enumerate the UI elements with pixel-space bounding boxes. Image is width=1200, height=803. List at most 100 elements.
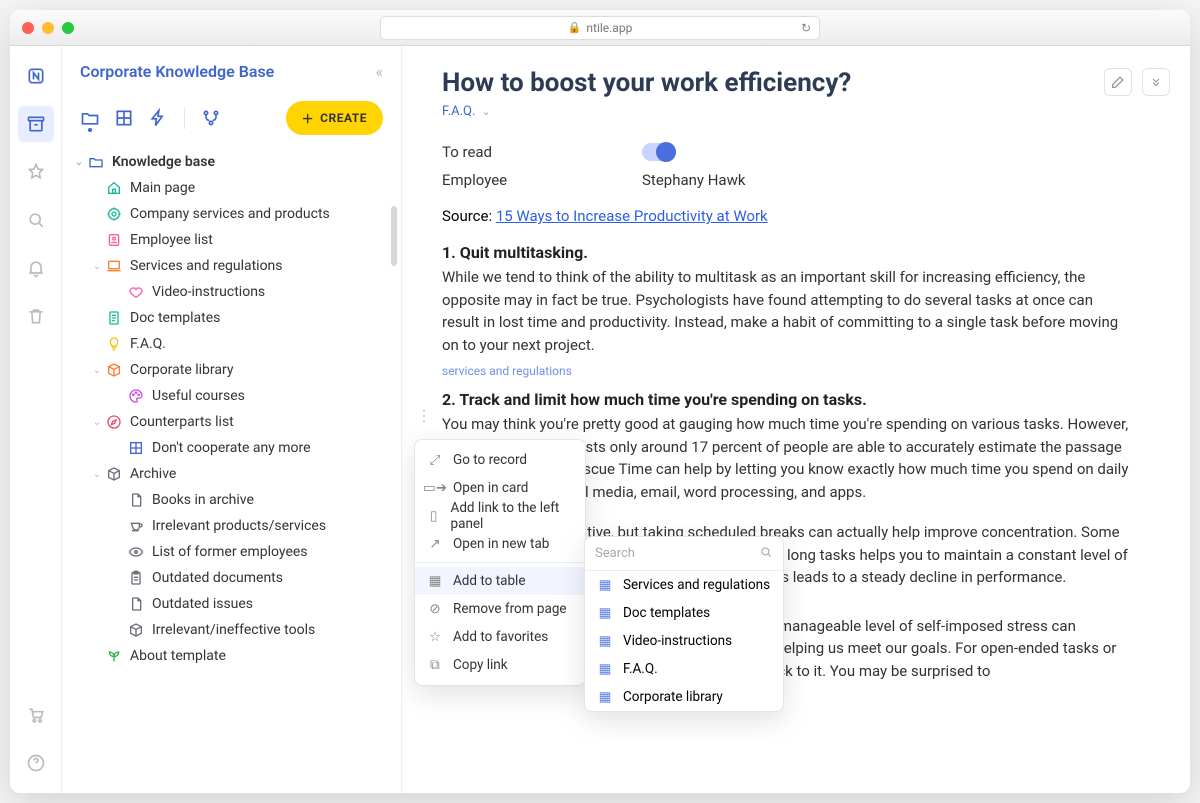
target-icon <box>104 206 124 222</box>
ctx-remove-from-page[interactable]: ⊘Remove from page <box>415 595 585 623</box>
submenu-item[interactable]: ▦Doc templates <box>585 599 783 627</box>
sidebar: Corporate Knowledge Base « ＋CREATE ⌄Know… <box>62 46 402 793</box>
tree-item[interactable]: Useful courses <box>62 383 401 409</box>
laptop-icon <box>104 258 124 274</box>
minimize-window-icon[interactable] <box>42 22 54 34</box>
source-link[interactable]: 15 Ways to Increase Productivity at Work <box>496 207 768 225</box>
maximize-window-icon[interactable] <box>62 22 74 34</box>
rail-help-icon[interactable] <box>18 745 54 781</box>
ctx-open-in-card[interactable]: ▭➔Open in card <box>415 474 585 502</box>
tree-item[interactable]: About template <box>62 643 401 669</box>
submenu-search[interactable]: Search <box>585 537 783 571</box>
tree-item[interactable]: Employee list <box>62 227 401 253</box>
tool-folder-icon[interactable] <box>80 108 100 128</box>
ctx-open-new-tab[interactable]: ↗Open in new tab <box>415 530 585 558</box>
tree-item[interactable]: List of former employees <box>62 539 401 565</box>
tree-item[interactable]: F.A.Q. <box>62 331 401 357</box>
clipboard-icon <box>126 570 146 586</box>
meta-label-employee: Employee <box>442 171 642 189</box>
tree-item[interactable]: Company services and products <box>62 201 401 227</box>
rail-bell-icon[interactable] <box>18 250 54 286</box>
separator <box>415 562 585 563</box>
submenu-item[interactable]: ▦Corporate library <box>585 683 783 711</box>
grid-icon <box>126 440 146 456</box>
ctx-add-to-table[interactable]: ▦Add to table <box>415 567 585 595</box>
add-to-table-submenu: Search ▦Services and regulations ▦Doc te… <box>584 536 784 712</box>
doc-icon <box>104 310 124 326</box>
expand-icon: ⤢ <box>427 452 443 468</box>
panel-icon: ▯ <box>427 508 441 524</box>
grid-icon: ▦ <box>427 573 443 589</box>
box-icon <box>126 622 146 638</box>
submenu-item[interactable]: ▦Video-instructions <box>585 627 783 655</box>
grid-icon: ▦ <box>597 577 613 593</box>
submenu-item[interactable]: ▦Services and regulations <box>585 571 783 599</box>
rail-trash-icon[interactable] <box>18 298 54 334</box>
rail-search-icon[interactable] <box>18 202 54 238</box>
logo-icon[interactable] <box>18 58 54 94</box>
box-icon <box>104 362 124 378</box>
create-button[interactable]: ＋CREATE <box>286 101 383 135</box>
compass-icon <box>104 414 124 430</box>
tree-root[interactable]: ⌄Knowledge base <box>62 149 401 175</box>
lock-icon: 🔒 <box>568 21 582 34</box>
workspace-title[interactable]: Corporate Knowledge Base <box>80 62 274 81</box>
tree-item[interactable]: Video-instructions <box>62 279 401 305</box>
window-controls <box>22 22 74 34</box>
palette-icon <box>126 388 146 404</box>
tree-item[interactable]: ⌄Corporate library <box>62 357 401 383</box>
ctx-copy-link[interactable]: ⧉Copy link <box>415 651 585 679</box>
section-tag[interactable]: services and regulations <box>442 364 1130 378</box>
tree-item[interactable]: Doc templates <box>62 305 401 331</box>
tree-item[interactable]: Don't cooperate any more <box>62 435 401 461</box>
meta-value-employee: Stephany Hawk <box>642 171 745 189</box>
tree-item[interactable]: ⌄Services and regulations <box>62 253 401 279</box>
star-icon: ☆ <box>427 629 443 645</box>
box-icon <box>104 466 124 482</box>
tree-item[interactable]: Main page <box>62 175 401 201</box>
cup-icon <box>126 518 146 534</box>
close-window-icon[interactable] <box>22 22 34 34</box>
grid-icon: ▦ <box>597 661 613 677</box>
tree-item[interactable]: Outdated documents <box>62 565 401 591</box>
submenu-item[interactable]: ▦F.A.Q. <box>585 655 783 683</box>
tree-item[interactable]: ⌄Archive <box>62 461 401 487</box>
search-icon <box>759 545 773 563</box>
tree-item[interactable]: Books in archive <box>62 487 401 513</box>
tool-bolt-icon[interactable] <box>148 108 168 128</box>
tree-item[interactable]: Outdated issues <box>62 591 401 617</box>
toread-toggle[interactable] <box>642 143 676 161</box>
tool-grid-icon[interactable] <box>114 108 134 128</box>
rail-archive-icon[interactable] <box>18 106 54 142</box>
page-title: How to boost your work efficiency? <box>442 68 1130 98</box>
ctx-add-favorites[interactable]: ☆Add to favorites <box>415 623 585 651</box>
tree-item[interactable]: ⌄Counterparts list <box>62 409 401 435</box>
seedling-icon <box>104 648 124 664</box>
plus-icon: ＋ <box>302 110 315 127</box>
breadcrumb[interactable]: F.A.Q.⌄ <box>442 104 1130 119</box>
reload-icon[interactable]: ↻ <box>801 21 811 35</box>
tool-branch-icon[interactable] <box>201 108 221 128</box>
collapse-sidebar-icon[interactable]: « <box>375 62 383 81</box>
ctx-go-to-record[interactable]: ⤢Go to record <box>415 446 585 474</box>
folder-icon <box>86 154 106 170</box>
chevron-down-icon[interactable] <box>1142 68 1170 96</box>
section-body: While we tend to think of the ability to… <box>442 266 1130 356</box>
tree-item[interactable]: Irrelevant products/services <box>62 513 401 539</box>
drag-handle-icon[interactable]: ⋮ <box>416 406 432 425</box>
card-icon: ▭➔ <box>427 480 443 496</box>
tree-item[interactable]: Irrelevant/ineffective tools <box>62 617 401 643</box>
nav-tree: ⌄Knowledge base Main page Company servic… <box>62 145 401 793</box>
meta-label-toread: To read <box>442 143 642 161</box>
rail-cart-icon[interactable] <box>18 697 54 733</box>
section-heading: 2. Track and limit how much time you're … <box>442 390 1130 409</box>
edit-icon[interactable] <box>1104 68 1132 96</box>
home-icon <box>104 180 124 196</box>
scrollbar[interactable] <box>391 206 397 266</box>
eye-icon <box>126 544 146 560</box>
rail-star-icon[interactable] <box>18 154 54 190</box>
url-bar[interactable]: 🔒 ntile.app ↻ <box>380 16 820 40</box>
grid-icon: ▦ <box>597 689 613 705</box>
ctx-add-link-left[interactable]: ▯Add link to the left panel <box>415 502 585 530</box>
bulb-icon <box>104 336 124 352</box>
